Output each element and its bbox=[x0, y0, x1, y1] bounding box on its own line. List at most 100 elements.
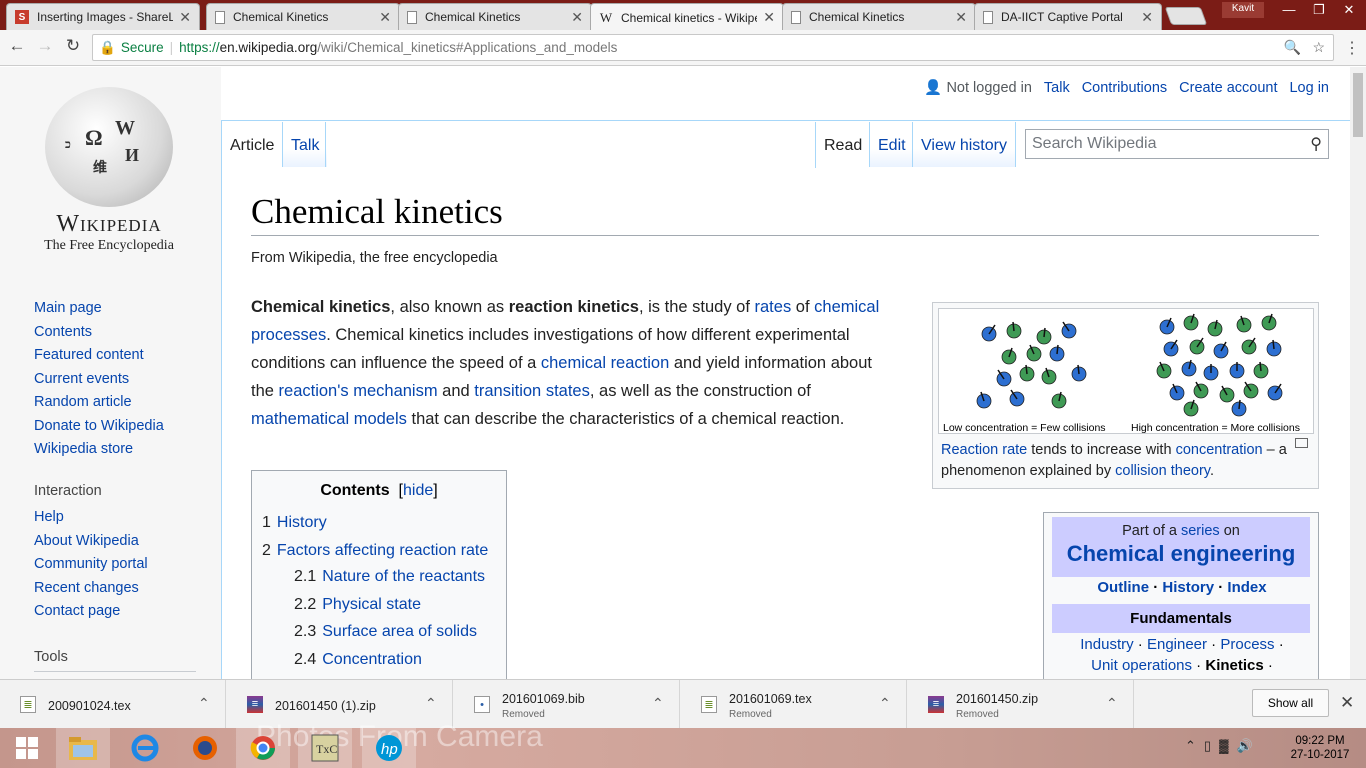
tab-article[interactable]: Article bbox=[221, 122, 283, 168]
toc-link[interactable]: History bbox=[277, 514, 327, 531]
talk-link[interactable]: Talk bbox=[1044, 80, 1070, 96]
file-explorer-icon[interactable] bbox=[56, 728, 110, 768]
search-input[interactable]: Search Wikipedia ⚲ bbox=[1025, 129, 1329, 159]
series-link-item[interactable]: Unit operations bbox=[1091, 657, 1192, 674]
new-tab-button[interactable] bbox=[1164, 7, 1208, 25]
inline-link[interactable]: mathematical models bbox=[251, 410, 407, 428]
chevron-up-icon[interactable]: ⌃ bbox=[879, 695, 891, 712]
minimize-button[interactable]: — bbox=[1274, 0, 1304, 20]
create-account-link[interactable]: Create account bbox=[1179, 80, 1277, 96]
firefox-icon[interactable] bbox=[178, 728, 232, 768]
chevron-up-icon[interactable]: ⌃ bbox=[1106, 695, 1118, 712]
back-button[interactable]: ← bbox=[6, 36, 28, 56]
browser-menu-icon[interactable]: ⋮ bbox=[1344, 38, 1360, 58]
sidebar-link[interactable]: Donate to Wikipedia bbox=[34, 418, 164, 434]
inline-link[interactable]: transition states bbox=[474, 382, 590, 400]
series-link-item[interactable]: Industry bbox=[1080, 636, 1133, 653]
wikipedia-logo[interactable]: Ω W И 维 כ Wikipedia The Free Encyclopedi… bbox=[34, 87, 184, 257]
close-shelf-icon[interactable]: ✕ bbox=[1340, 693, 1354, 713]
hp-icon[interactable]: hp bbox=[362, 728, 416, 768]
network-icon[interactable]: ▓ bbox=[1219, 738, 1228, 754]
scrollbar-thumb[interactable] bbox=[1353, 73, 1363, 137]
inline-link[interactable]: rates bbox=[755, 298, 792, 316]
chevron-up-icon[interactable]: ⌃ bbox=[198, 695, 210, 712]
browser-tab[interactable]: Chemical Kinetics ✕ bbox=[206, 3, 400, 30]
toc-link[interactable]: Factors affecting reaction rate bbox=[277, 542, 488, 559]
chrome-icon[interactable] bbox=[236, 728, 290, 768]
toc-item[interactable]: 2 Factors affecting reaction rate bbox=[262, 542, 488, 560]
series-link-item[interactable]: History bbox=[1162, 579, 1214, 596]
close-tab-icon[interactable]: ✕ bbox=[1141, 9, 1153, 26]
sidebar-link[interactable]: Wikipedia store bbox=[34, 441, 133, 457]
toc-link[interactable]: Nature of the reactants bbox=[322, 568, 485, 585]
battery-icon[interactable]: ▯ bbox=[1204, 738, 1211, 754]
chevron-up-icon[interactable]: ⌃ bbox=[425, 695, 437, 712]
download-item[interactable]: ≣ 200901024.tex ⌃ bbox=[0, 680, 226, 729]
toc-link[interactable]: Physical state bbox=[322, 596, 421, 613]
sidebar-link[interactable]: Featured content bbox=[34, 347, 144, 363]
bookmark-star-icon[interactable]: ☆ bbox=[1312, 35, 1325, 60]
forward-button[interactable]: → bbox=[34, 36, 56, 56]
collision-diagram[interactable]: Low concentration = Few collisions High c… bbox=[938, 308, 1314, 434]
volume-icon[interactable]: 🔊 bbox=[1237, 738, 1253, 754]
zoom-icon[interactable]: 🔍 bbox=[1284, 35, 1301, 60]
browser-tab[interactable]: W Chemical kinetics - Wikipedia ✕ bbox=[590, 3, 784, 31]
browser-tab[interactable]: S Inserting Images - ShareLaTeX ✕ bbox=[6, 3, 200, 30]
series-link[interactable]: series bbox=[1181, 523, 1220, 539]
series-link-item[interactable]: Outline bbox=[1097, 579, 1149, 596]
inline-link[interactable]: concentration bbox=[1176, 442, 1263, 458]
close-tab-icon[interactable]: ✕ bbox=[955, 9, 967, 26]
toc-hide-link[interactable]: hide bbox=[403, 482, 433, 499]
toc-item[interactable]: 2.3 Surface area of solids bbox=[294, 623, 477, 641]
tab-edit[interactable]: Edit bbox=[869, 122, 914, 167]
toc-item[interactable]: 2.4 Concentration bbox=[294, 651, 422, 669]
toc-item[interactable]: 1 History bbox=[262, 514, 327, 532]
toc-link[interactable]: Surface area of solids bbox=[322, 623, 477, 640]
close-tab-icon[interactable]: ✕ bbox=[179, 9, 191, 26]
search-icon[interactable]: ⚲ bbox=[1310, 134, 1322, 154]
sidebar-link[interactable]: Help bbox=[34, 509, 64, 525]
page-scrollbar[interactable] bbox=[1350, 67, 1366, 679]
reload-button[interactable]: ↻ bbox=[62, 36, 84, 56]
series-link-item[interactable]: Engineer bbox=[1147, 636, 1207, 653]
download-item[interactable]: ≡ 201601450.zip Removed ⌃ bbox=[908, 680, 1134, 729]
tray-chevron-icon[interactable]: ⌃ bbox=[1185, 738, 1196, 754]
series-link-item[interactable]: Process bbox=[1220, 636, 1274, 653]
close-tab-icon[interactable]: ✕ bbox=[571, 9, 583, 26]
close-tab-icon[interactable]: ✕ bbox=[763, 9, 775, 26]
close-tab-icon[interactable]: ✕ bbox=[379, 9, 391, 26]
series-link-item[interactable]: Index bbox=[1227, 579, 1266, 596]
address-bar[interactable]: 🔒 Secure | https://en.wikipedia.org/wiki/Ch… bbox=[92, 34, 1334, 61]
sidebar-link[interactable]: Current events bbox=[34, 371, 129, 387]
log-in-link[interactable]: Log in bbox=[1289, 80, 1329, 96]
sidebar-link[interactable]: Contact page bbox=[34, 603, 120, 619]
download-item[interactable]: ≣ 201601069.tex Removed ⌃ bbox=[681, 680, 907, 729]
close-window-button[interactable]: ✕ bbox=[1334, 0, 1364, 20]
tab-view-history[interactable]: View history bbox=[912, 122, 1016, 167]
sidebar-link[interactable]: Random article bbox=[34, 394, 132, 410]
profile-button[interactable]: Kavit bbox=[1222, 2, 1264, 18]
show-all-downloads-button[interactable]: Show all bbox=[1252, 689, 1329, 717]
toc-item[interactable]: 2.1 Nature of the reactants bbox=[294, 568, 485, 586]
inline-link[interactable]: chemical reaction bbox=[541, 354, 669, 372]
browser-tab[interactable]: DA-IICT Captive Portal ✕ bbox=[974, 3, 1162, 30]
sidebar-link[interactable]: Community portal bbox=[34, 556, 148, 572]
series-topic-link[interactable]: Chemical engineering bbox=[1067, 541, 1296, 566]
browser-tab[interactable]: Chemical Kinetics ✕ bbox=[398, 3, 592, 30]
taskbar-clock[interactable]: 09:22 PM 27-10-2017 bbox=[1280, 734, 1360, 762]
chevron-up-icon[interactable]: ⌃ bbox=[652, 695, 664, 712]
windows-start-icon[interactable] bbox=[0, 728, 54, 768]
inline-link[interactable]: Reaction rate bbox=[941, 442, 1027, 458]
sidebar-link[interactable]: About Wikipedia bbox=[34, 533, 139, 549]
internet-explorer-icon[interactable] bbox=[118, 728, 172, 768]
toc-link[interactable]: Concentration bbox=[322, 651, 422, 668]
sidebar-link[interactable]: Recent changes bbox=[34, 580, 139, 596]
sidebar-link[interactable]: Contents bbox=[34, 324, 92, 340]
tab-talk[interactable]: Talk bbox=[282, 122, 328, 167]
contributions-link[interactable]: Contributions bbox=[1082, 80, 1167, 96]
browser-tab[interactable]: Chemical Kinetics ✕ bbox=[782, 3, 976, 30]
texmaker-icon[interactable]: TxC bbox=[298, 728, 352, 768]
inline-link[interactable]: collision theory bbox=[1115, 463, 1210, 479]
sidebar-link[interactable]: Main page bbox=[34, 300, 102, 316]
tab-read[interactable]: Read bbox=[815, 122, 871, 168]
